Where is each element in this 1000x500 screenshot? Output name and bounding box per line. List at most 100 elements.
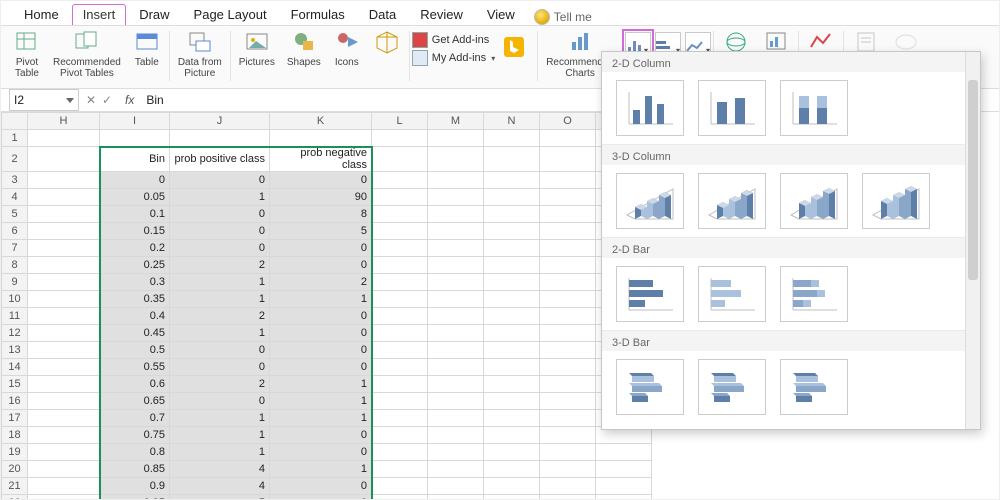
cell-P20[interactable] <box>596 461 652 478</box>
cell-O17[interactable] <box>540 410 596 427</box>
cell-K10[interactable]: 1 <box>270 291 372 308</box>
col-header-K[interactable]: K <box>270 113 372 130</box>
cell-H10[interactable] <box>28 291 100 308</box>
cell-N18[interactable] <box>484 427 540 444</box>
cell-L1[interactable] <box>372 130 428 147</box>
row-header-21[interactable]: 21 <box>2 478 28 495</box>
cell-J19[interactable]: 1 <box>170 444 270 461</box>
cell-O3[interactable] <box>540 172 596 189</box>
cell-M13[interactable] <box>428 342 484 359</box>
cell-J12[interactable]: 1 <box>170 325 270 342</box>
cell-O4[interactable] <box>540 189 596 206</box>
cell-J5[interactable]: 0 <box>170 206 270 223</box>
cell-N20[interactable] <box>484 461 540 478</box>
cell-L3[interactable] <box>372 172 428 189</box>
row-header-10[interactable]: 10 <box>2 291 28 308</box>
cell-I11[interactable]: 0.4 <box>100 308 170 325</box>
cell-N7[interactable] <box>484 240 540 257</box>
cell-M3[interactable] <box>428 172 484 189</box>
accept-formula-button[interactable]: ✓ <box>99 93 115 107</box>
cell-L13[interactable] <box>372 342 428 359</box>
get-addins-button[interactable]: Get Add-ins <box>412 32 495 48</box>
cell-M14[interactable] <box>428 359 484 376</box>
cell-L9[interactable] <box>372 274 428 291</box>
cell-K9[interactable]: 2 <box>270 274 372 291</box>
scrollbar[interactable] <box>965 52 980 429</box>
chart-tile-col3d-1[interactable] <box>698 173 766 229</box>
cell-O18[interactable] <box>540 427 596 444</box>
cell-K21[interactable]: 0 <box>270 478 372 495</box>
row-header-5[interactable]: 5 <box>2 206 28 223</box>
cell-H3[interactable] <box>28 172 100 189</box>
cell-K19[interactable]: 0 <box>270 444 372 461</box>
cell-H14[interactable] <box>28 359 100 376</box>
cell-H2[interactable] <box>28 147 100 172</box>
cell-N8[interactable] <box>484 257 540 274</box>
cell-J3[interactable]: 0 <box>170 172 270 189</box>
cell-L22[interactable] <box>372 495 428 500</box>
col-header-I[interactable]: I <box>100 113 170 130</box>
cell-H1[interactable] <box>28 130 100 147</box>
cell-N10[interactable] <box>484 291 540 308</box>
cell-O9[interactable] <box>540 274 596 291</box>
row-header-15[interactable]: 15 <box>2 376 28 393</box>
cell-H12[interactable] <box>28 325 100 342</box>
cell-H15[interactable] <box>28 376 100 393</box>
cell-M17[interactable] <box>428 410 484 427</box>
cell-I6[interactable]: 0.15 <box>100 223 170 240</box>
cell-O1[interactable] <box>540 130 596 147</box>
cell-L5[interactable] <box>372 206 428 223</box>
tab-formulas[interactable]: Formulas <box>280 4 356 25</box>
cell-K8[interactable]: 0 <box>270 257 372 274</box>
cell-O22[interactable] <box>540 495 596 500</box>
data-from-picture-button[interactable]: Data from Picture <box>172 28 228 84</box>
cell-H6[interactable] <box>28 223 100 240</box>
tab-data[interactable]: Data <box>358 4 407 25</box>
cell-N12[interactable] <box>484 325 540 342</box>
cell-O14[interactable] <box>540 359 596 376</box>
cell-N11[interactable] <box>484 308 540 325</box>
col-header-L[interactable]: L <box>372 113 428 130</box>
cell-L11[interactable] <box>372 308 428 325</box>
cell-L8[interactable] <box>372 257 428 274</box>
cell-I21[interactable]: 0.9 <box>100 478 170 495</box>
cell-J16[interactable]: 0 <box>170 393 270 410</box>
cell-J4[interactable]: 1 <box>170 189 270 206</box>
row-header-9[interactable]: 9 <box>2 274 28 291</box>
cell-H18[interactable] <box>28 427 100 444</box>
cell-N4[interactable] <box>484 189 540 206</box>
cell-M12[interactable] <box>428 325 484 342</box>
cell-I7[interactable]: 0.2 <box>100 240 170 257</box>
cell-N3[interactable] <box>484 172 540 189</box>
cell-K11[interactable]: 0 <box>270 308 372 325</box>
cell-M10[interactable] <box>428 291 484 308</box>
cell-M6[interactable] <box>428 223 484 240</box>
cell-J8[interactable]: 2 <box>170 257 270 274</box>
cell-M16[interactable] <box>428 393 484 410</box>
cell-J15[interactable]: 2 <box>170 376 270 393</box>
row-header-19[interactable]: 19 <box>2 444 28 461</box>
cell-K17[interactable]: 1 <box>270 410 372 427</box>
row-header-12[interactable]: 12 <box>2 325 28 342</box>
cell-O8[interactable] <box>540 257 596 274</box>
cell-L17[interactable] <box>372 410 428 427</box>
cell-J17[interactable]: 1 <box>170 410 270 427</box>
cell-L2[interactable] <box>372 147 428 172</box>
tell-me[interactable]: Tell me <box>534 9 592 25</box>
cell-M15[interactable] <box>428 376 484 393</box>
cell-L7[interactable] <box>372 240 428 257</box>
cell-K6[interactable]: 5 <box>270 223 372 240</box>
cell-I15[interactable]: 0.6 <box>100 376 170 393</box>
cell-K15[interactable]: 1 <box>270 376 372 393</box>
cell-H4[interactable] <box>28 189 100 206</box>
chart-tile-col2d-1[interactable] <box>698 80 766 136</box>
cell-J2[interactable]: prob positive class <box>170 147 270 172</box>
cell-L6[interactable] <box>372 223 428 240</box>
cell-J10[interactable]: 1 <box>170 291 270 308</box>
col-header-H[interactable]: H <box>28 113 100 130</box>
recommended-pivot-button[interactable]: Recommended Pivot Tables <box>47 28 127 84</box>
cell-I10[interactable]: 0.35 <box>100 291 170 308</box>
shapes-button[interactable]: Shapes <box>281 28 327 84</box>
cell-K4[interactable]: 90 <box>270 189 372 206</box>
chart-tile-bar3d-0[interactable] <box>616 359 684 415</box>
